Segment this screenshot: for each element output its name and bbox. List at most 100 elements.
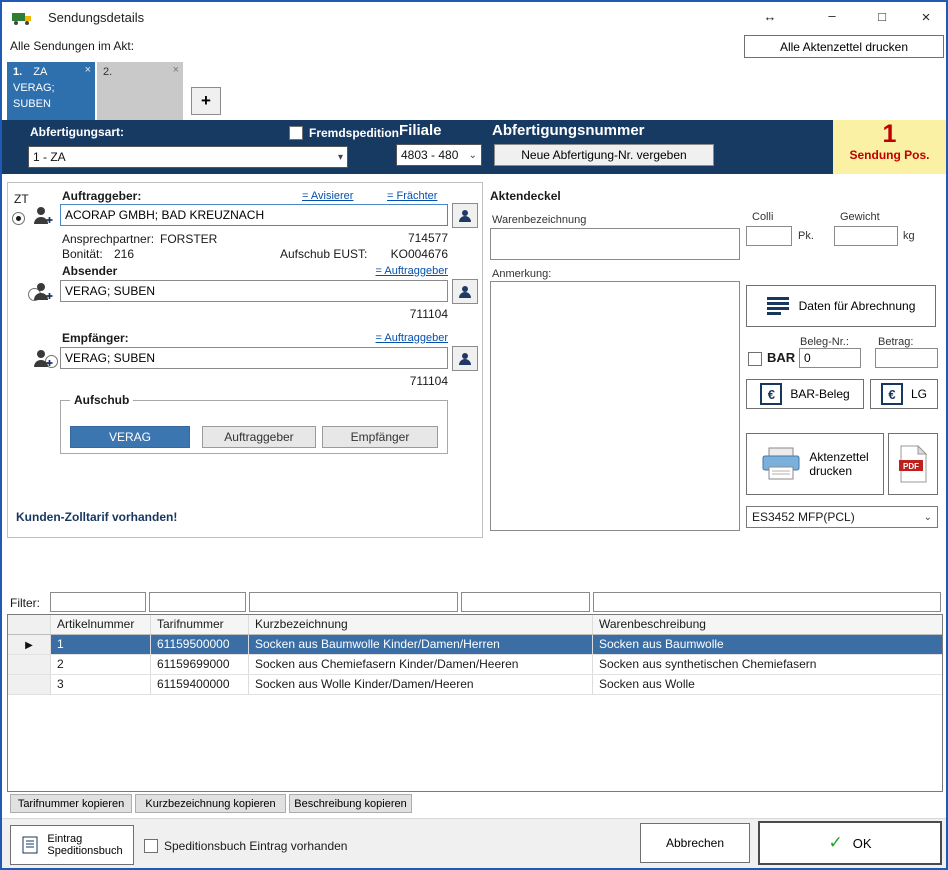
aufschub-auftraggeber-button[interactable]: Auftraggeber	[202, 426, 316, 448]
sendung-position-label: Sendung Pos.	[833, 148, 946, 162]
fraechter-link[interactable]: = Frächter	[387, 190, 437, 202]
cell-kurzbezeichnung[interactable]: Socken aus Chemiefasern Kinder/Damen/Hee…	[249, 655, 593, 674]
sendungsdetails-window: Sendungsdetails ↔ – □ × Alle Sendungen i…	[0, 0, 948, 870]
empfaenger-contact-button[interactable]	[452, 346, 478, 371]
tab-sendung-2[interactable]: × 2.	[97, 62, 183, 120]
cell-warenbeschreibung[interactable]: Socken aus synthetischen Chemiefasern	[593, 655, 942, 674]
colli-input[interactable]	[746, 226, 792, 246]
minimize-button[interactable]: –	[812, 8, 852, 23]
betrag-label: Betrag:	[878, 336, 913, 348]
abbrechen-button[interactable]: Abbrechen	[640, 823, 750, 863]
beleg-nr-input[interactable]	[799, 348, 861, 368]
fremdspedition-checkbox[interactable]	[289, 126, 303, 140]
ok-label: OK	[853, 836, 872, 851]
cell-artikelnummer[interactable]: 3	[51, 675, 151, 694]
tarifnummer-kopieren-button[interactable]: Tarifnummer kopieren	[10, 794, 132, 813]
column-header-artikelnummer[interactable]: Artikelnummer	[51, 615, 151, 634]
column-header-tarifnummer[interactable]: Tarifnummer	[151, 615, 249, 634]
tab-code: ZA	[33, 66, 47, 78]
aktenzettel-drucken-button[interactable]: Aktenzettel drucken	[746, 433, 884, 495]
daten-fuer-abrechnung-label: Daten für Abrechnung	[799, 299, 916, 313]
avisierer-link[interactable]: = Avisierer	[302, 190, 353, 202]
maximize-button[interactable]: □	[862, 9, 902, 24]
person-add-icon[interactable]	[32, 205, 54, 227]
tab-close-icon[interactable]: ×	[85, 63, 91, 79]
contact-person-icon	[457, 208, 473, 224]
speditionsbuch-checkbox[interactable]	[144, 839, 158, 853]
auftraggeber-input[interactable]	[60, 204, 448, 226]
empfaenger-input[interactable]	[60, 347, 448, 369]
printer-value: ES3452 MFP(PCL)	[752, 510, 855, 524]
empfaenger-auftraggeber-link[interactable]: = Auftraggeber	[332, 332, 448, 344]
gewicht-label: Gewicht	[840, 211, 880, 223]
aufschub-verag-button[interactable]: VERAG	[70, 426, 190, 448]
sendung-position-box: 1 Sendung Pos.	[833, 120, 946, 174]
fremdspedition-label: Fremdspedition	[309, 126, 399, 140]
filter-input-kurzbezeichnung[interactable]	[249, 592, 458, 612]
cell-tarifnummer[interactable]: 61159699000	[151, 655, 249, 674]
row-selector-cell[interactable]	[8, 675, 51, 694]
filiale-select[interactable]: 4803 - 480 ⌄	[396, 144, 482, 166]
column-header-warenbeschreibung[interactable]: Warenbeschreibung	[593, 615, 942, 634]
betrag-input[interactable]	[875, 348, 938, 368]
absender-auftraggeber-link[interactable]: = Auftraggeber	[332, 265, 448, 277]
cell-warenbeschreibung[interactable]: Socken aus Baumwolle	[593, 635, 942, 654]
person-add-icon[interactable]	[32, 281, 54, 303]
cell-artikelnummer[interactable]: 1	[51, 635, 151, 654]
table-row[interactable]: 2 61159699000 Socken aus Chemiefasern Ki…	[8, 655, 942, 675]
neue-abfertigungsnummer-button[interactable]: Neue Abfertigung-Nr. vergeben	[494, 144, 714, 166]
kurzbezeichnung-kopieren-button[interactable]: Kurzbezeichnung kopieren	[135, 794, 286, 813]
auftraggeber-radio[interactable]	[12, 212, 25, 225]
abfertigungsnummer-label: Abfertigungsnummer	[492, 122, 645, 139]
abfertigungsart-label: Abfertigungsart:	[30, 125, 124, 139]
zolltarif-hint: Kunden-Zolltarif vorhanden!	[16, 510, 177, 524]
gewicht-input[interactable]	[834, 226, 898, 246]
auftraggeber-contact-button[interactable]	[452, 203, 478, 228]
table-row[interactable]: ▶ 1 61159500000 Socken aus Baumwolle Kin…	[8, 635, 942, 655]
dropdown-arrow-icon: ▾	[338, 152, 343, 163]
eintrag-speditionsbuch-button[interactable]: Eintrag Speditionsbuch	[10, 825, 134, 865]
row-selector-cell[interactable]: ▶	[8, 635, 51, 654]
cell-tarifnummer[interactable]: 61159500000	[151, 635, 249, 654]
filter-input-warenbeschreibung[interactable]	[593, 592, 941, 612]
column-header-kurzbezeichnung[interactable]: Kurzbezeichnung	[249, 615, 593, 634]
filter-input-tarifnummer[interactable]	[149, 592, 246, 612]
bar-beleg-button[interactable]: € BAR-Beleg	[746, 379, 864, 409]
alle-aktenzettel-drucken-button[interactable]: Alle Aktenzettel drucken	[744, 35, 944, 58]
table-row[interactable]: 3 61159400000 Socken aus Wolle Kinder/Da…	[8, 675, 942, 695]
printer-select[interactable]: ES3452 MFP(PCL) ⌄	[746, 506, 938, 528]
resize-arrows-icon[interactable]: ↔	[750, 9, 790, 24]
aktenzettel-drucken-label: Aktenzettel drucken	[809, 450, 868, 478]
daten-fuer-abrechnung-button[interactable]: Daten für Abrechnung	[746, 285, 936, 327]
articles-table: Artikelnummer Tarifnummer Kurzbezeichnun…	[7, 614, 943, 792]
beschreibung-kopieren-button[interactable]: Beschreibung kopieren	[289, 794, 412, 813]
aufschub-empfaenger-button[interactable]: Empfänger	[322, 426, 438, 448]
aktendeckel-title: Aktendeckel	[490, 189, 561, 203]
ok-button[interactable]: ✓ OK	[758, 821, 942, 865]
tab-sendung-1[interactable]: × 1. ZA VERAG; SUBEN	[7, 62, 95, 120]
cell-warenbeschreibung[interactable]: Socken aus Wolle	[593, 675, 942, 694]
anmerkung-textarea[interactable]	[490, 281, 740, 531]
abfertigungsart-select[interactable]: 1 - ZA ▾	[28, 146, 348, 168]
lg-button[interactable]: € LG	[870, 379, 938, 409]
cell-artikelnummer[interactable]: 2	[51, 655, 151, 674]
row-selector-cell[interactable]	[8, 655, 51, 674]
dropdown-chevron-icon: ⌄	[469, 150, 477, 161]
bar-checkbox[interactable]	[748, 352, 762, 366]
filter-input-artikelnummer[interactable]	[50, 592, 146, 612]
absender-contact-button[interactable]	[452, 279, 478, 304]
pdf-export-button[interactable]: PDF	[888, 433, 938, 495]
tab-close-icon[interactable]: ×	[173, 63, 179, 79]
person-add-icon[interactable]	[32, 348, 54, 370]
aktenzettel-line2: drucken	[809, 464, 852, 478]
warenbezeichnung-input[interactable]	[490, 228, 740, 260]
close-button[interactable]: ×	[906, 9, 946, 26]
app-icon	[12, 10, 34, 26]
cell-tarifnummer[interactable]: 61159400000	[151, 675, 249, 694]
cell-kurzbezeichnung[interactable]: Socken aus Baumwolle Kinder/Damen/Herren	[249, 635, 593, 654]
add-tab-button[interactable]: +	[191, 87, 221, 115]
filter-input-extra[interactable]	[461, 592, 590, 612]
absender-input[interactable]	[60, 280, 448, 302]
cell-kurzbezeichnung[interactable]: Socken aus Wolle Kinder/Damen/Heeren	[249, 675, 593, 694]
contact-person-icon	[457, 351, 473, 367]
